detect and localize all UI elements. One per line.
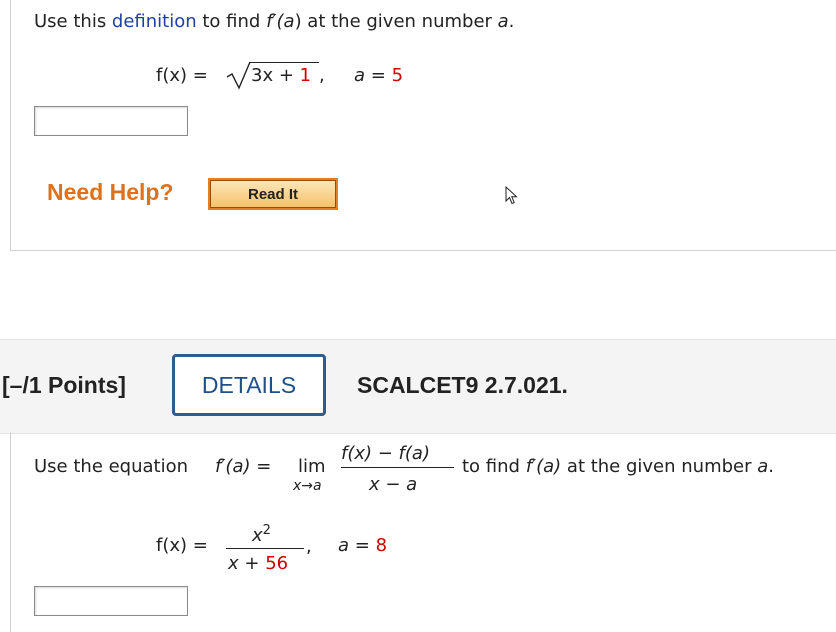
limit-subscript: x→a bbox=[293, 478, 322, 494]
prompt-math: a bbox=[497, 11, 509, 32]
comma: , bbox=[319, 65, 325, 86]
answer-input-2[interactable] bbox=[34, 586, 188, 616]
denominator: x + 56 bbox=[228, 553, 288, 574]
prompt-text: to find bbox=[196, 11, 267, 32]
numerator: x2 bbox=[252, 523, 271, 546]
read-it-label: Read It bbox=[210, 180, 336, 208]
problem-code: SCALCET9 2.7.021. bbox=[357, 372, 568, 398]
numerator-base: x bbox=[252, 525, 263, 546]
prompt-math: a bbox=[757, 456, 769, 477]
radicand: 3x + 1 bbox=[251, 65, 311, 86]
fraction-bar-2 bbox=[226, 548, 304, 549]
comma-2: , bbox=[306, 536, 312, 557]
fraction-bar bbox=[341, 467, 454, 468]
denominator-value: 56 bbox=[265, 553, 289, 574]
prompt-math: f′(a) bbox=[525, 456, 562, 477]
prompt-math: a bbox=[283, 11, 295, 32]
question-1-prompt: Use this definition to find f′(a) at the… bbox=[34, 11, 514, 32]
equation-intro: Use the equation bbox=[34, 456, 189, 477]
fraction-denominator: x − a bbox=[369, 474, 418, 495]
details-button[interactable]: DETAILS bbox=[172, 354, 326, 416]
definition-link[interactable]: definition bbox=[112, 11, 197, 32]
sqrt-icon bbox=[226, 61, 251, 90]
prompt-text: at the given number bbox=[561, 456, 758, 477]
a-label-2: a = bbox=[338, 535, 376, 556]
radicand-text: 3x + bbox=[251, 65, 300, 86]
sqrt-bar bbox=[249, 62, 319, 63]
mouse-pointer-icon bbox=[505, 186, 518, 205]
given-a: a = 5 bbox=[354, 65, 403, 86]
answer-input-1[interactable] bbox=[34, 106, 188, 136]
prompt-math: f′( bbox=[266, 11, 284, 32]
numerator-exponent: 2 bbox=[262, 523, 271, 538]
prompt-text: . bbox=[768, 456, 775, 477]
prompt-text: Use this bbox=[34, 11, 112, 32]
prompt-text: ) at the given number bbox=[294, 11, 498, 32]
given-a-2: a = 8 bbox=[338, 535, 387, 556]
function-lhs: f(x) = bbox=[156, 65, 208, 86]
points-label: [–/1 Points] bbox=[2, 372, 126, 398]
function-lhs-2: f(x) = bbox=[156, 535, 208, 556]
denominator-text: x + bbox=[228, 553, 266, 574]
fraction-numerator: f(x) − f(a) bbox=[341, 443, 430, 464]
a-value-2: 8 bbox=[375, 535, 388, 556]
a-label: a = bbox=[354, 65, 392, 86]
a-value: 5 bbox=[391, 65, 404, 86]
equation-fprime: f′(a) = bbox=[215, 456, 272, 477]
radicand-value: 1 bbox=[299, 65, 312, 86]
equation-outro: to find f′(a) at the given number a. bbox=[462, 456, 774, 477]
prompt-text: to find bbox=[462, 456, 526, 477]
prompt-text: . bbox=[508, 11, 515, 32]
read-it-button[interactable]: Read It bbox=[208, 178, 338, 210]
need-help-label: Need Help? bbox=[47, 179, 174, 205]
limit-symbol: lim bbox=[298, 456, 326, 477]
